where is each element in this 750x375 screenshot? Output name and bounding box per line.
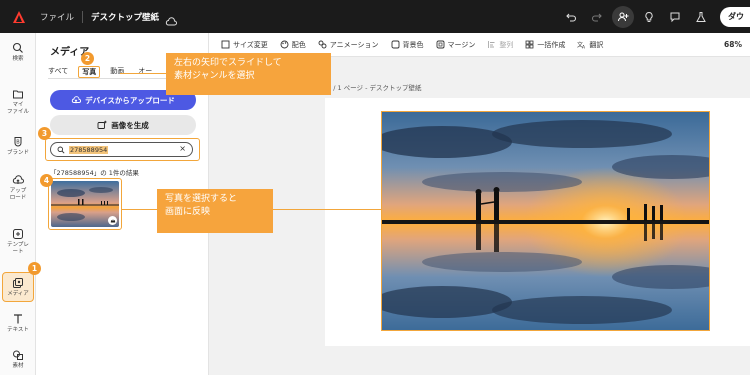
media-tabs: すべて 写真 動画 オー (48, 66, 166, 78)
rail-label: アップ ロード (9, 188, 27, 201)
search-value: 278588954 (69, 145, 109, 154)
search-icon (12, 42, 23, 53)
resize-label: サイズ変更 (233, 40, 268, 49)
generate-image-button[interactable]: 画像を生成 (50, 115, 196, 135)
svg-text:A: A (582, 45, 586, 50)
photo-result-thumbnail[interactable] (51, 181, 119, 227)
rail-label: ブランド (6, 150, 29, 156)
zoom-value: 68% (724, 40, 742, 49)
page-label: 1 / 1 ページ - デスクトップ壁紙 (327, 84, 422, 92)
search-highlight: 278588954 × (45, 138, 200, 161)
connector-line (120, 73, 166, 74)
redo-icon[interactable] (586, 6, 608, 28)
margin-icon (436, 40, 444, 49)
upload-cloud-icon (12, 175, 24, 184)
rail-item-media[interactable]: メディア (2, 272, 34, 302)
margin-label: マージン (447, 40, 476, 49)
undo-icon[interactable] (560, 6, 582, 28)
comment-icon[interactable] (664, 6, 686, 28)
placed-photo[interactable] (381, 111, 710, 331)
rail-label: 素材 (12, 363, 24, 369)
tab-photos[interactable]: 写真 (78, 66, 101, 78)
color-label: 配色 (291, 40, 306, 49)
bulk-create-icon (526, 40, 534, 49)
rail-item-text[interactable]: テキスト (2, 313, 34, 334)
rail-label: テンプレ ート (7, 242, 29, 255)
rail-label: メディア (7, 291, 29, 297)
rail-item-upload[interactable]: アップ ロード (2, 174, 34, 202)
document-title[interactable]: デスクトップ壁紙 (91, 11, 159, 23)
resize-icon (221, 40, 230, 49)
top-bar: ファイル デスクトップ壁紙 ダウ (0, 0, 750, 33)
elements-icon (13, 350, 23, 360)
step-3-badge: 3 (38, 127, 51, 140)
background-color-tool[interactable]: 背景色 (391, 40, 424, 50)
callout-select: 写真を選択すると 画面に反映 (157, 189, 273, 233)
bulk-create-tool[interactable]: 一括作成 (525, 40, 565, 50)
callout-slide: 左右の矢印でスライドして 素材ジャンルを選択 (166, 53, 331, 95)
sunset-reflection-photo-image (382, 112, 709, 330)
step-1-badge: 1 (28, 262, 41, 275)
background-color-label: 背景色 (402, 40, 424, 49)
palette-icon (280, 40, 289, 49)
animation-tool[interactable]: アニメーション (318, 40, 379, 50)
upload-cloud-icon (71, 96, 82, 104)
brand-icon: B (14, 137, 22, 147)
rail-item-templates[interactable]: テンプレ ート (2, 228, 34, 256)
rail-item-my-files[interactable]: マイ ファイル (2, 88, 34, 116)
divider (82, 10, 84, 23)
translate-label: 翻訳 (589, 40, 604, 49)
generate-image-icon (97, 120, 107, 129)
media-search-input[interactable]: 278588954 × (50, 142, 193, 157)
clear-search-icon[interactable]: × (179, 144, 186, 153)
align-label: 整列 (499, 40, 514, 49)
photo-result-highlight (48, 178, 122, 230)
rail-item-elements[interactable]: 素材 (2, 349, 34, 370)
bulk-create-label: 一括作成 (537, 40, 566, 49)
premium-badge-icon (108, 216, 117, 225)
file-menu[interactable]: ファイル (40, 11, 74, 23)
align-tool[interactable]: 整列 (487, 40, 513, 50)
translate-tool[interactable]: 文A 翻訳 (577, 40, 603, 50)
svg-text:B: B (16, 140, 20, 146)
step-4-badge: 4 (40, 174, 53, 187)
align-icon (488, 41, 495, 48)
resize-tool[interactable]: サイズ変更 (221, 40, 268, 50)
rail-item-search[interactable]: 検索 (2, 42, 34, 63)
zoom-level[interactable]: 68% (724, 40, 742, 49)
folder-icon (13, 90, 23, 99)
templates-icon (13, 229, 23, 239)
color-tool[interactable]: 配色 (280, 40, 306, 50)
panel-bottom-cutoff (50, 370, 200, 375)
results-count: 「278588954」の 1件の結果 (50, 169, 139, 177)
upload-label: デバイスからアップロード (85, 95, 175, 105)
step-2-badge: 2 (81, 52, 94, 65)
generate-label: 画像を生成 (111, 120, 149, 130)
rail-label: 検索 (12, 56, 24, 62)
rail-label: テキスト (7, 327, 29, 333)
cloud-icon (165, 12, 178, 25)
lightbulb-icon[interactable] (638, 6, 660, 28)
tab-audio[interactable]: オー (138, 66, 152, 78)
media-icon (13, 278, 23, 288)
tab-all[interactable]: すべて (48, 66, 68, 78)
invite-user-icon[interactable] (612, 5, 634, 28)
margin-tool[interactable]: マージン (436, 40, 476, 50)
download-button[interactable]: ダウ (720, 6, 750, 27)
flask-icon[interactable] (690, 6, 712, 28)
adobe-express-logo[interactable] (12, 10, 26, 24)
background-color-icon (391, 40, 399, 49)
tab-videos[interactable]: 動画 (110, 66, 124, 78)
rail-item-brand[interactable]: B ブランド (2, 136, 34, 157)
rail-label: マイ ファイル (6, 102, 29, 115)
translate-icon: 文A (577, 41, 586, 50)
left-rail: 検索 マイ ファイル B ブランド アップ ロード テンプレ ート メディア テキスト… (0, 33, 36, 375)
animation-icon (318, 40, 327, 49)
animation-label: アニメーション (329, 40, 379, 49)
text-icon (14, 314, 22, 324)
search-icon (57, 146, 65, 154)
